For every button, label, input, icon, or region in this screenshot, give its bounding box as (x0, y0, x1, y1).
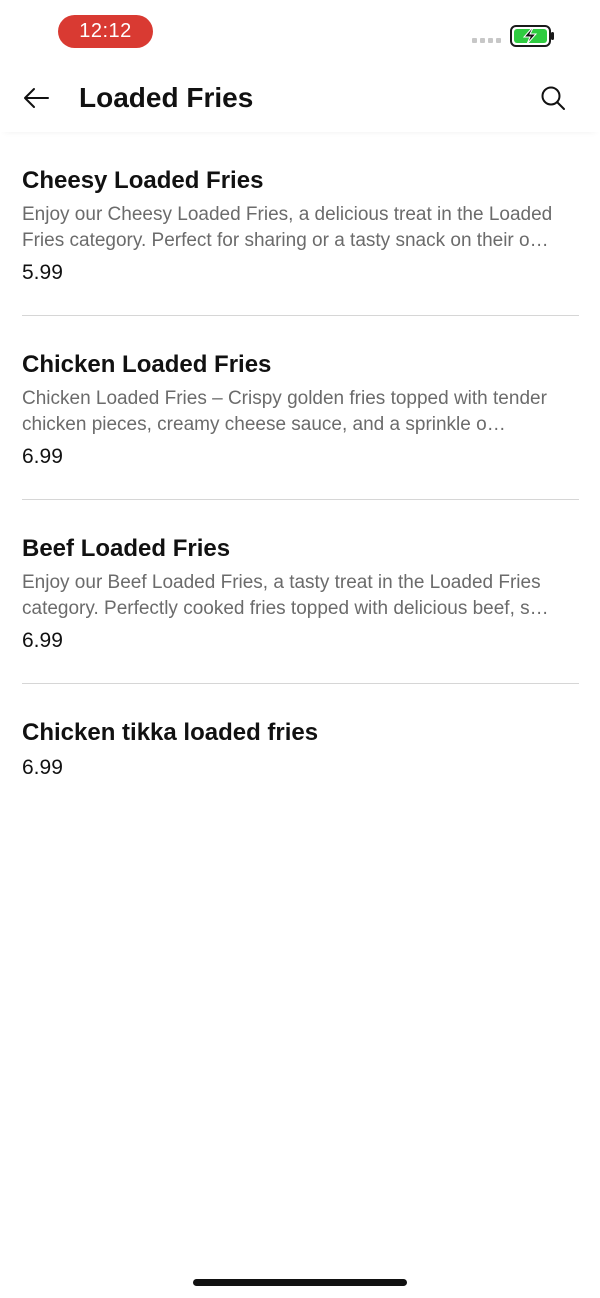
arrow-left-icon (24, 88, 49, 108)
menu-item[interactable]: Chicken Loaded Fries Chicken Loaded Frie… (22, 316, 579, 500)
home-indicator[interactable] (193, 1279, 407, 1286)
item-name: Cheesy Loaded Fries (22, 167, 264, 194)
item-description: Enjoy our Cheesy Loaded Fries, a delicio… (22, 204, 553, 251)
battery-charging-icon (510, 25, 554, 47)
back-button[interactable] (18, 80, 54, 116)
app-header: Loaded Fries (0, 64, 600, 132)
search-button[interactable] (535, 80, 571, 116)
search-icon (541, 86, 565, 110)
item-price: 6.99 (22, 756, 63, 779)
signal-icon (472, 38, 501, 43)
page-title: Loaded Fries (79, 82, 254, 113)
menu-item[interactable]: Cheesy Loaded Fries Enjoy our Cheesy Loa… (22, 132, 579, 316)
menu-item[interactable]: Chicken tikka loaded fries 6.99 (22, 684, 579, 810)
item-description: Chicken Loaded Fries – Crispy golden fri… (22, 388, 547, 435)
item-name: Chicken Loaded Fries (22, 351, 272, 378)
menu-list: Cheesy Loaded Fries Enjoy our Cheesy Loa… (22, 132, 579, 810)
item-name: Beef Loaded Fries (22, 535, 231, 562)
item-price: 5.99 (22, 261, 63, 284)
item-name: Chicken tikka loaded fries (22, 719, 319, 746)
item-price: 6.99 (22, 629, 63, 652)
status-bar: 12:12 (0, 0, 600, 64)
menu-item[interactable]: Beef Loaded Fries Enjoy our Beef Loaded … (22, 500, 579, 684)
status-time: 12:12 (58, 15, 153, 48)
item-description: Enjoy our Beef Loaded Fries, a tasty tre… (22, 572, 549, 619)
item-price: 6.99 (22, 445, 63, 468)
screen: 12:12 Loaded Fries Cheesy Loaded Fries E… (0, 0, 600, 1298)
